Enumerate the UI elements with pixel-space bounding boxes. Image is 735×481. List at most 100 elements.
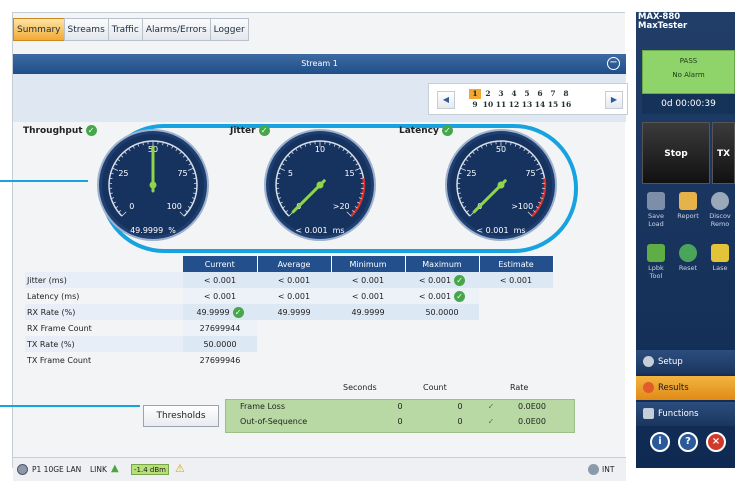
- col-minimum: Minimum: [331, 256, 405, 272]
- row-label: Jitter (ms): [25, 272, 183, 288]
- tab-logger[interactable]: Logger: [210, 18, 249, 41]
- thr-seconds: 0: [360, 417, 440, 432]
- info-icon[interactable]: i: [650, 432, 670, 452]
- table-cell: < 0.001: [183, 288, 257, 304]
- menu-results[interactable]: Results: [636, 376, 735, 400]
- throughput-readout: 49.9999 %: [121, 226, 185, 235]
- gauge-tick-label: 25: [118, 169, 128, 178]
- tool-label: Lpbk Tool: [642, 264, 670, 280]
- row-label: Latency (ms): [25, 288, 183, 304]
- page-12[interactable]: 12: [508, 100, 520, 110]
- tab-alarms-errors[interactable]: Alarms/Errors: [142, 18, 211, 41]
- thr-count: 0: [440, 402, 480, 417]
- page-16[interactable]: 16: [560, 100, 572, 110]
- pager-prev-icon[interactable]: ◀: [437, 91, 455, 109]
- gauge-tick-label: 75: [177, 169, 187, 178]
- stop-button[interactable]: Stop: [642, 122, 710, 184]
- table-cell: < 0.001: [183, 272, 257, 288]
- table-cell: 27699946: [183, 352, 257, 368]
- tool-label: Report: [674, 212, 702, 220]
- gauge-tick-label: 25: [466, 169, 476, 178]
- throughput-unit: %: [168, 226, 176, 235]
- help-icon[interactable]: ?: [678, 432, 698, 452]
- tool-label: Save Load: [642, 212, 670, 228]
- jitter-unit: ms: [333, 226, 345, 235]
- alarm-label: No Alarm: [643, 71, 734, 79]
- tx-button[interactable]: TX: [712, 122, 735, 184]
- gauge-tick-label: 5: [288, 169, 293, 178]
- page-2[interactable]: 2: [482, 89, 494, 99]
- row-label: TX Frame Count: [25, 352, 183, 368]
- clock-source: INT: [602, 465, 614, 474]
- latency-unit: ms: [514, 226, 526, 235]
- thresholds-button[interactable]: Thresholds: [143, 405, 219, 427]
- table-cell: < 0.001: [257, 272, 331, 288]
- tool-label: Lase: [706, 264, 734, 272]
- gauge-hub: [317, 182, 324, 189]
- tab-summary[interactable]: Summary: [13, 18, 65, 41]
- thr-col-count: Count: [423, 383, 447, 392]
- table-cell: < 0.001: [257, 288, 331, 304]
- menu-label: Functions: [658, 409, 699, 419]
- pager-next-icon[interactable]: ▶: [605, 91, 623, 109]
- gauge-tick-label: 75: [525, 169, 535, 178]
- collapse-icon[interactable]: −: [607, 57, 620, 70]
- page-11[interactable]: 11: [495, 100, 507, 110]
- discover-remote-button[interactable]: Discov Remo: [706, 192, 734, 228]
- port-icon: [17, 464, 28, 475]
- table-row: TX Frame Count 27699946: [25, 352, 553, 368]
- throughput-value: 49.9999: [130, 226, 163, 235]
- main-window: Summary Streams Traffic Alarms/Errors Lo…: [12, 12, 625, 468]
- thr-count: 0: [440, 417, 480, 432]
- check-icon: ✓: [233, 307, 244, 318]
- thr-col-rate: Rate: [510, 383, 528, 392]
- page-5[interactable]: 5: [521, 89, 533, 99]
- menu-functions[interactable]: Functions: [636, 402, 735, 426]
- gauge-hub: [498, 182, 505, 189]
- laser-button[interactable]: Lase: [706, 244, 734, 272]
- callout-line: [0, 180, 88, 182]
- menu-setup[interactable]: Setup: [636, 350, 735, 374]
- thr-seconds: 0: [360, 402, 440, 417]
- page-4[interactable]: 4: [508, 89, 520, 99]
- sidebar: MAX-880 MaxTester PASS No Alarm 0d 00:00…: [636, 12, 735, 468]
- page-8[interactable]: 8: [560, 89, 572, 99]
- gauge-tick-label: 50: [496, 145, 506, 154]
- gauge-tick-label: 0: [129, 202, 134, 211]
- page-1[interactable]: 1: [469, 89, 481, 99]
- page-13[interactable]: 13: [521, 100, 533, 110]
- discover-icon: [711, 192, 729, 210]
- page-15[interactable]: 15: [547, 100, 559, 110]
- report-button[interactable]: Report: [674, 192, 702, 220]
- throughput-label: Throughput✓: [23, 125, 97, 136]
- gauge-hub: [150, 182, 157, 189]
- table-row: Latency (ms) < 0.001 < 0.001 < 0.001 < 0…: [25, 288, 553, 304]
- save-load-button[interactable]: Save Load: [642, 192, 670, 228]
- results-icon: [643, 382, 654, 393]
- jitter-readout: < 0.001 ms: [288, 226, 352, 235]
- close-icon[interactable]: ×: [706, 432, 726, 452]
- check-icon: ✓: [480, 402, 502, 417]
- row-label: TX Rate (%): [25, 336, 183, 352]
- tab-streams[interactable]: Streams: [64, 18, 109, 41]
- page-10[interactable]: 10: [482, 100, 494, 110]
- page-14[interactable]: 14: [534, 100, 546, 110]
- pass-label: PASS: [643, 57, 734, 65]
- table-row: RX Frame Count 27699944: [25, 320, 553, 336]
- check-icon: ✓: [454, 275, 465, 286]
- product-name: MaxTester: [638, 22, 687, 31]
- page-6[interactable]: 6: [534, 89, 546, 99]
- reset-button[interactable]: Reset: [674, 244, 702, 272]
- col-maximum: Maximum: [405, 256, 479, 272]
- row-label: RX Rate (%): [25, 304, 183, 320]
- throughput-title: Throughput: [23, 126, 83, 136]
- page-3[interactable]: 3: [495, 89, 507, 99]
- tab-traffic[interactable]: Traffic: [108, 18, 143, 41]
- stream-pager: ◀ 12345678910111213141516 ▶: [428, 83, 628, 115]
- page-7[interactable]: 7: [547, 89, 559, 99]
- loopback-tool-button[interactable]: Lpbk Tool: [642, 244, 670, 280]
- page-9[interactable]: 9: [469, 100, 481, 110]
- callout-line: [0, 405, 140, 407]
- jitter-value: < 0.001: [295, 226, 327, 235]
- table-cell: 49.9999: [257, 304, 331, 320]
